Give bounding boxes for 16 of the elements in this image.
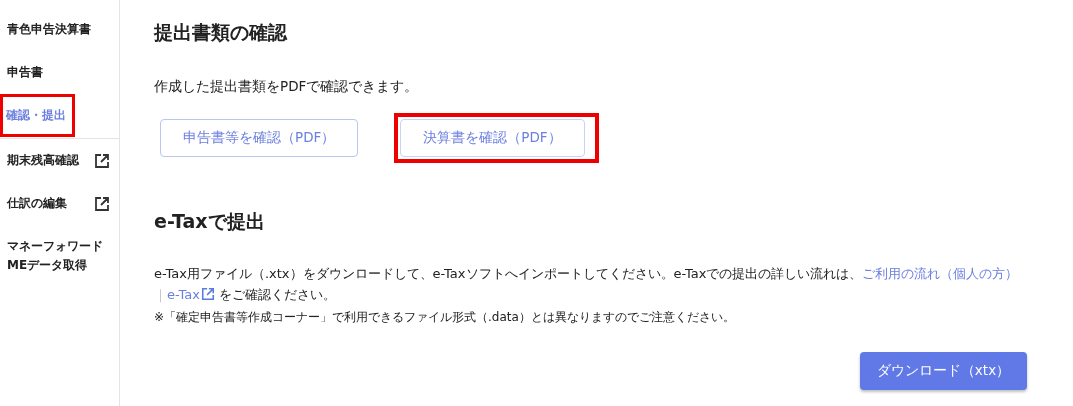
sidebar-item[interactable]: 申告書	[0, 51, 119, 94]
section-title: 提出書類の確認	[154, 20, 289, 45]
section-title: e-Taxで提出	[154, 209, 266, 234]
pdf-button[interactable]: 申告書等を確認（PDF）	[160, 119, 359, 157]
description: 作成した提出書類をPDFで確認できます。	[154, 78, 420, 96]
sidebar-item[interactable]: 期末残高確認	[0, 139, 119, 182]
download-button[interactable]: ダウンロード（xtx）	[860, 352, 1027, 390]
sidebar-item[interactable]: 確認・提出	[0, 94, 75, 137]
pdf-button[interactable]: 決算書を確認（PDF）	[400, 119, 585, 157]
instructions-text: e-Tax用ファイル（.xtx）をダウンロードして、e-Taxソフトへインポートしてください。e-Taxでの提出の詳しい流れは、ご利用の流れ（個人の方） ｜e-Tax をご確認ください。	[154, 265, 1020, 305]
sidebar-item[interactable]: 青色申告決算書	[0, 8, 119, 51]
link[interactable]: e-Tax	[167, 287, 215, 302]
sidebar-item[interactable]: 仕訳の編集	[0, 182, 119, 225]
sidebar-item[interactable]: マネーフォワード MEデータ取得	[0, 225, 119, 287]
link[interactable]: ご利用の流れ（個人の方）	[862, 266, 1019, 281]
note-text: ※「確定申告書等作成コーナー」で利用できるファイル形式（.data）とは異なりますのでご注意ください。	[154, 309, 736, 326]
